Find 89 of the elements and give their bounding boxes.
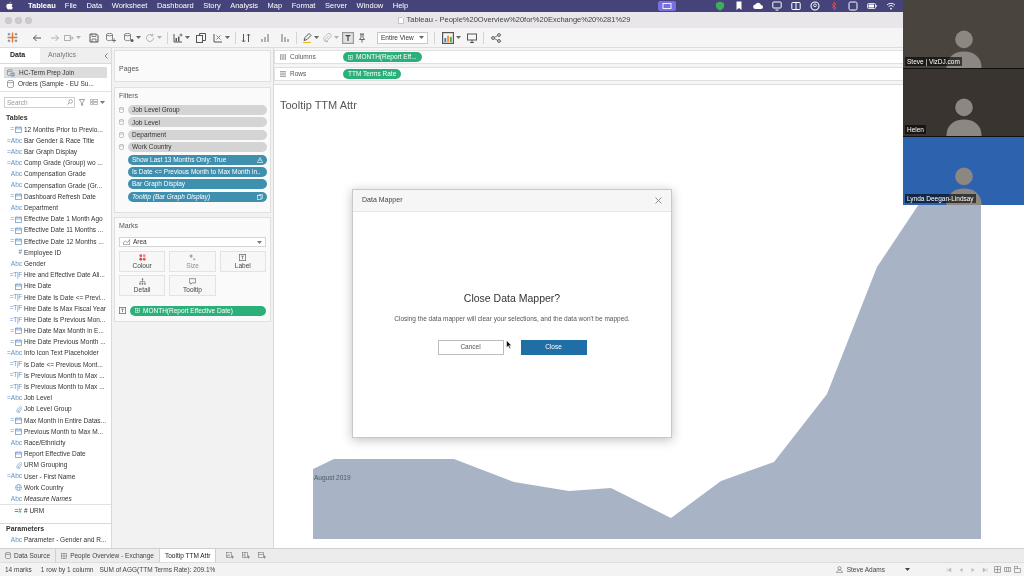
paperclip-icon [16,405,22,413]
size-circles-icon [189,253,196,261]
caret-icon[interactable] [257,240,262,244]
sheet-title: Tooltip TTM Attr [280,99,357,111]
database-icon [119,119,124,126]
calendar-icon [15,416,22,424]
text-box-icon [239,253,247,261]
globe-icon [15,484,22,492]
calendar-icon [15,226,22,234]
display-icon[interactable] [772,1,782,11]
caret-icon[interactable] [136,36,141,39]
caret-icon[interactable] [225,36,230,39]
rounded-square-icon[interactable] [848,1,858,11]
clear-sheet-icon[interactable] [213,32,223,43]
calendar-icon [15,282,22,290]
shield-icon[interactable] [715,1,725,11]
database-icon [119,107,124,113]
back-arrow-icon[interactable] [32,32,42,43]
database-icon [119,131,124,138]
save-icon[interactable] [89,32,99,43]
apple-icon[interactable] [6,2,13,10]
calendar-plus-icon [348,54,353,60]
caret-icon[interactable] [419,36,424,39]
caret-icon[interactable] [456,36,461,39]
mouse-pointer-icon [506,340,512,349]
caret-icon[interactable] [314,36,319,39]
sort-ascending-icon[interactable] [260,32,270,43]
filmstrip-icon[interactable] [1004,566,1011,573]
database-icon [5,552,11,559]
share-icon[interactable] [491,32,501,43]
text-box-icon[interactable] [119,307,126,314]
color-dots-icon [138,253,146,261]
calendar-icon [15,428,22,436]
calendar-icon [15,215,22,223]
database-icon[interactable] [124,32,134,43]
swap-icon[interactable] [241,32,251,43]
database-icon [7,79,14,88]
caret-icon[interactable] [905,568,910,571]
joined-database-icon [7,68,15,77]
calendar-icon [15,193,22,201]
close-icon[interactable] [655,197,662,204]
caret-icon[interactable] [185,36,190,39]
calendar-icon [15,327,22,335]
database-icon [119,144,124,151]
show-me-icon[interactable] [442,31,454,44]
duplicate-icon[interactable] [196,32,206,43]
cloud-icon[interactable] [753,1,763,11]
calendar-icon [15,126,22,134]
new-dashboard-icon[interactable] [242,552,251,559]
warning-icon [257,156,263,163]
filter-icon[interactable] [79,98,85,106]
battery-icon[interactable] [867,1,877,11]
wifi-icon[interactable] [886,1,896,11]
document-icon [397,16,404,24]
calendar-icon [15,237,22,245]
new-story-icon[interactable] [258,552,267,559]
speech-bubble-icon [189,277,196,285]
stacked-sheets-icon [257,193,263,200]
paperclip-icon [16,461,22,469]
grid-view-icon[interactable] [994,566,1001,573]
calendar-icon [15,338,22,346]
screen-share-icon[interactable] [658,1,676,11]
split-window-icon[interactable] [791,1,801,11]
caret-icon[interactable] [100,100,105,104]
calendar-plus-icon [135,308,140,313]
tabs-view-icon[interactable] [1014,566,1021,573]
columns-icon [280,54,286,60]
pin-icon[interactable] [357,32,367,43]
dialog-heading: Close Data Mapper? [463,291,561,306]
user-icon [835,566,843,573]
dashboard-icon [61,552,68,559]
show-labels-icon[interactable] [342,31,354,44]
cross-logo-icon[interactable] [7,32,18,43]
bluetooth-icon[interactable] [829,1,839,11]
hierarchy-icon [138,277,146,285]
paperclip-icon[interactable] [322,32,332,43]
calendar-icon [15,450,22,458]
highlighter-icon[interactable] [302,32,312,43]
sort-descending-icon[interactable] [280,32,290,43]
collapse-icon[interactable] [104,52,108,59]
area-chart-icon [123,239,130,245]
presentation-icon[interactable] [467,32,477,43]
search-icon[interactable] [67,99,73,105]
new-worksheet-icon[interactable] [173,32,183,43]
rows-icon [280,71,286,77]
database-plus-icon[interactable] [106,32,116,43]
arrow-box-icon[interactable] [64,32,74,43]
new-worksheet-icon[interactable] [226,552,235,559]
circle-icon[interactable] [810,1,820,11]
